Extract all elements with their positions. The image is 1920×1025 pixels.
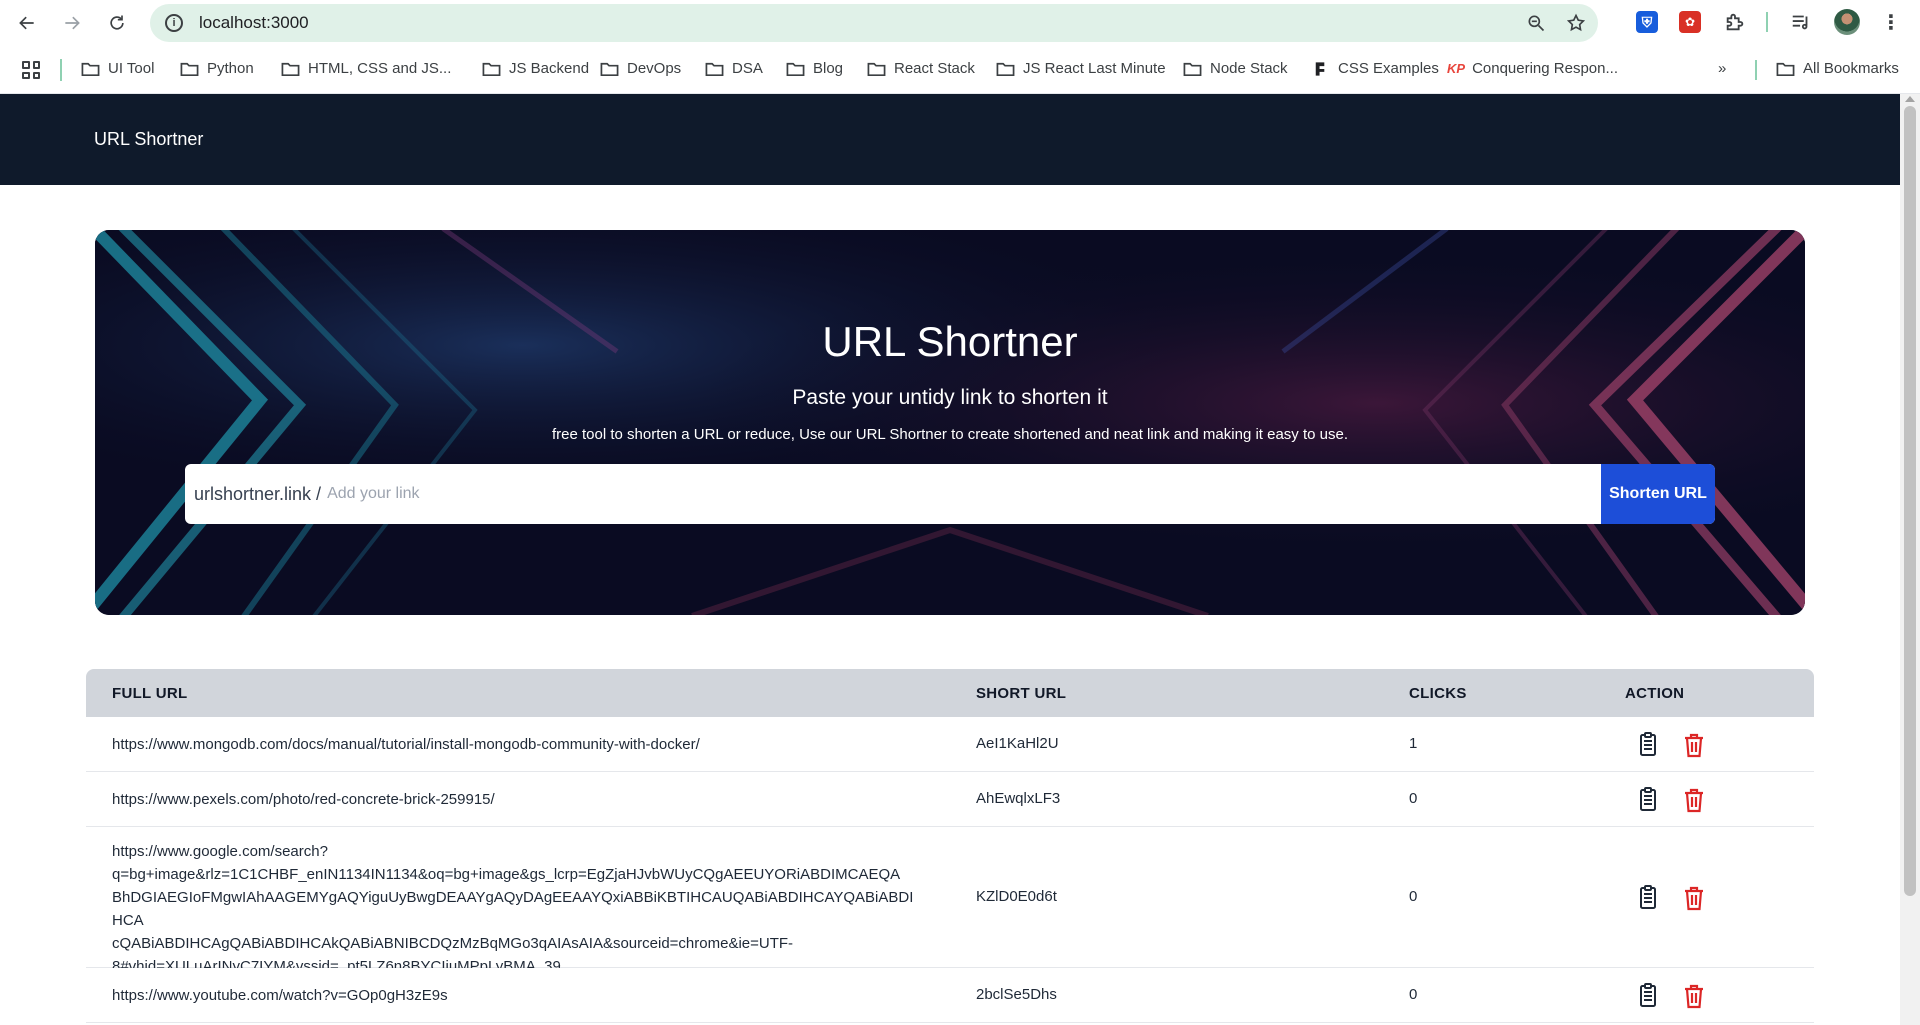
bookmark-item[interactable]: Blog <box>786 60 843 77</box>
delete-icon[interactable] <box>1681 731 1707 759</box>
back-arrow-icon[interactable] <box>12 8 42 38</box>
folder-icon <box>482 62 501 76</box>
copy-icon[interactable] <box>1636 731 1662 759</box>
clicks-cell: 0 <box>1409 888 1418 905</box>
bookmark-item[interactable]: React Stack <box>867 60 975 77</box>
hero-description: free tool to shorten a URL or reduce, Us… <box>552 426 1348 443</box>
scroll-thumb[interactable] <box>1904 106 1916 896</box>
url-form: urlshortner.link / Shorten URL <box>185 464 1715 524</box>
scroll-up-arrow-icon[interactable] <box>1905 96 1915 102</box>
url-prefix: urlshortner.link / <box>194 483 322 504</box>
bookmark-item[interactable]: CSS Examples <box>1311 60 1439 77</box>
all-bookmarks[interactable]: All Bookmarks <box>1776 60 1899 77</box>
folder-icon <box>1776 62 1795 76</box>
header-short-url: SHORT URL <box>976 685 1067 702</box>
folder-icon <box>867 62 886 76</box>
forward-arrow-icon[interactable] <box>57 8 87 38</box>
short-url-cell[interactable]: 2bclSe5Dhs <box>976 986 1057 1003</box>
apps-grid-icon[interactable] <box>22 61 40 79</box>
bookmarks-divider-2 <box>1755 60 1757 80</box>
bookmark-item[interactable]: UI Tool <box>81 60 154 77</box>
zoom-icon[interactable] <box>1526 13 1546 33</box>
copy-icon[interactable] <box>1636 982 1662 1010</box>
urls-table: FULL URL SHORT URL CLICKS ACTION https:/… <box>86 669 1814 1023</box>
delete-icon[interactable] <box>1681 786 1707 814</box>
clicks-cell: 1 <box>1409 735 1418 752</box>
puzzle-icon[interactable] <box>1724 11 1746 33</box>
address-bar[interactable]: i localhost:3000 <box>150 4 1598 42</box>
table-row: https://www.google.com/search? q=bg+imag… <box>86 827 1814 975</box>
table-header: FULL URL SHORT URL CLICKS ACTION <box>86 669 1814 717</box>
bookmark-item[interactable]: Node Stack <box>1183 60 1288 77</box>
short-url-cell[interactable]: AeI1KaHl2U <box>976 735 1059 752</box>
folder-icon <box>180 62 199 76</box>
site-info-icon[interactable]: i <box>165 14 183 32</box>
kp-logo-icon: KP <box>1447 61 1466 76</box>
reload-icon[interactable] <box>102 8 132 38</box>
url-input[interactable] <box>327 464 1601 524</box>
figma-icon <box>1315 61 1325 76</box>
header-clicks: CLICKS <box>1409 685 1467 702</box>
table-row: https://www.mongodb.com/docs/manual/tuto… <box>86 717 1814 772</box>
browser-toolbar: i localhost:3000 ⛨ ✿ ⋮ <box>0 0 1920 46</box>
toolbar-divider <box>1766 12 1768 32</box>
app-title[interactable]: URL Shortner <box>94 129 203 150</box>
short-url-cell[interactable]: KZlD0E0d6t <box>976 888 1057 905</box>
hero-subtitle: Paste your untidy link to shorten it <box>792 386 1108 409</box>
hero-title: URL Shortner <box>822 318 1078 365</box>
bitwarden-icon[interactable]: ⛨ <box>1636 11 1658 33</box>
bookmarks-divider <box>60 59 62 81</box>
bookmark-item[interactable]: DSA <box>705 60 763 77</box>
bookmark-item[interactable]: JS React Last Minute <box>996 60 1166 77</box>
header-action: ACTION <box>1625 685 1685 702</box>
bookmark-item[interactable]: HTML, CSS and JS... <box>281 60 451 77</box>
bookmark-item[interactable]: DevOps <box>600 60 681 77</box>
clicks-cell: 0 <box>1409 986 1418 1003</box>
clicks-cell: 0 <box>1409 790 1418 807</box>
bookmark-item[interactable]: JS Backend <box>482 60 589 77</box>
media-control-icon[interactable] <box>1790 11 1812 33</box>
bookmark-item[interactable]: KP Conquering Respon... <box>1447 60 1618 77</box>
copy-icon[interactable] <box>1636 884 1662 912</box>
full-url-cell[interactable]: https://www.mongodb.com/docs/manual/tuto… <box>112 733 922 756</box>
short-url-cell[interactable]: AhEwqlxLF3 <box>976 790 1060 807</box>
bookmarks-bar: UI Tool Python HTML, CSS and JS... JS Backe… <box>0 46 1920 94</box>
bookmark-item[interactable]: Python <box>180 60 254 77</box>
folder-icon <box>81 62 100 76</box>
menu-dots-icon[interactable]: ⋮ <box>1880 11 1902 34</box>
folder-icon <box>600 62 619 76</box>
avatar[interactable] <box>1834 9 1860 35</box>
full-url-cell[interactable]: https://www.pexels.com/photo/red-concret… <box>112 788 922 811</box>
delete-icon[interactable] <box>1681 982 1707 1010</box>
bookmark-star-icon[interactable] <box>1566 13 1586 33</box>
folder-icon <box>1183 62 1202 76</box>
folder-icon <box>786 62 805 76</box>
hero-background <box>95 230 1805 615</box>
header-full-url: FULL URL <box>112 685 188 702</box>
app-header: URL Shortner <box>0 94 1900 185</box>
page-scrollbar[interactable] <box>1900 94 1920 1025</box>
extension-icon[interactable]: ✿ <box>1679 11 1701 33</box>
delete-icon[interactable] <box>1681 884 1707 912</box>
bookmarks-overflow[interactable]: » <box>1718 60 1726 77</box>
shorten-url-button[interactable]: Shorten URL <box>1601 464 1715 524</box>
copy-icon[interactable] <box>1636 786 1662 814</box>
full-url-cell[interactable]: https://www.google.com/search? q=bg+imag… <box>112 840 922 978</box>
full-url-cell[interactable]: https://www.youtube.com/watch?v=GOp0gH3z… <box>112 984 922 1007</box>
address-url: localhost:3000 <box>199 13 309 32</box>
hero-section: URL Shortner Paste your untidy link to s… <box>95 230 1805 615</box>
folder-icon <box>996 62 1015 76</box>
folder-icon <box>705 62 724 76</box>
table-body: https://www.mongodb.com/docs/manual/tuto… <box>86 717 1814 1023</box>
folder-icon <box>281 62 300 76</box>
table-row: https://www.pexels.com/photo/red-concret… <box>86 772 1814 827</box>
table-row: https://www.youtube.com/watch?v=GOp0gH3z… <box>86 968 1814 1023</box>
